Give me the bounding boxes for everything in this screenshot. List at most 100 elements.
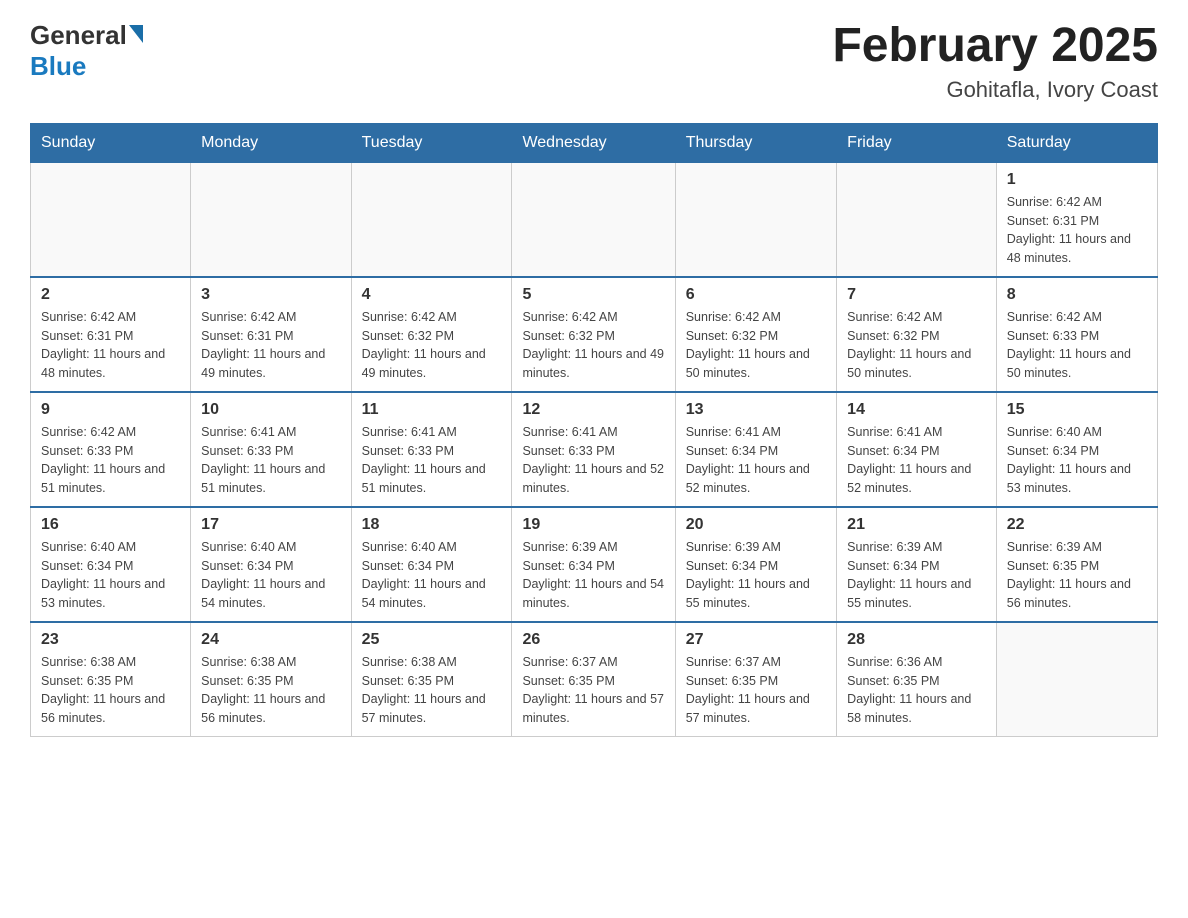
weekday-header-tuesday: Tuesday — [351, 123, 512, 162]
calendar-cell: 23 Sunrise: 6:38 AMSunset: 6:35 PMDayligh… — [31, 622, 191, 737]
weekday-header-saturday: Saturday — [996, 123, 1157, 162]
day-number: 28 — [847, 631, 986, 649]
calendar-week-row: 9 Sunrise: 6:42 AMSunset: 6:33 PMDaylight… — [31, 392, 1158, 507]
calendar-cell: 24 Sunrise: 6:38 AMSunset: 6:35 PMDayligh… — [191, 622, 351, 737]
day-info: Sunrise: 6:39 AMSunset: 6:34 PMDaylight:… — [686, 538, 826, 613]
weekday-header-row: SundayMondayTuesdayWednesdayThursdayFrid… — [31, 123, 1158, 162]
day-info: Sunrise: 6:42 AMSunset: 6:33 PMDaylight:… — [41, 423, 180, 498]
day-number: 22 — [1007, 516, 1147, 534]
calendar-week-row: 1 Sunrise: 6:42 AMSunset: 6:31 PMDaylight… — [31, 162, 1158, 277]
day-number: 12 — [522, 401, 664, 419]
day-number: 11 — [362, 401, 502, 419]
calendar-cell — [837, 162, 997, 277]
day-number: 21 — [847, 516, 986, 534]
day-info: Sunrise: 6:38 AMSunset: 6:35 PMDaylight:… — [41, 653, 180, 728]
day-number: 4 — [362, 286, 502, 304]
day-number: 10 — [201, 401, 340, 419]
calendar-cell: 21 Sunrise: 6:39 AMSunset: 6:34 PMDayligh… — [837, 507, 997, 622]
calendar-cell — [31, 162, 191, 277]
weekday-header-thursday: Thursday — [675, 123, 836, 162]
day-info: Sunrise: 6:39 AMSunset: 6:34 PMDaylight:… — [522, 538, 664, 613]
day-number: 7 — [847, 286, 986, 304]
calendar-cell — [191, 162, 351, 277]
calendar-cell: 2 Sunrise: 6:42 AMSunset: 6:31 PMDaylight… — [31, 277, 191, 392]
day-number: 6 — [686, 286, 826, 304]
calendar-cell: 27Sunrise: 6:37 AMSunset: 6:35 PMDayligh… — [675, 622, 836, 737]
calendar-cell: 3 Sunrise: 6:42 AMSunset: 6:31 PMDaylight… — [191, 277, 351, 392]
day-info: Sunrise: 6:42 AMSunset: 6:31 PMDaylight:… — [41, 308, 180, 383]
weekday-header-sunday: Sunday — [31, 123, 191, 162]
calendar-cell: 5Sunrise: 6:42 AMSunset: 6:32 PMDaylight… — [512, 277, 675, 392]
calendar-cell: 13Sunrise: 6:41 AMSunset: 6:34 PMDayligh… — [675, 392, 836, 507]
calendar-cell: 16 Sunrise: 6:40 AMSunset: 6:34 PMDayligh… — [31, 507, 191, 622]
day-info: Sunrise: 6:42 AMSunset: 6:32 PMDaylight:… — [686, 308, 826, 383]
day-number: 23 — [41, 631, 180, 649]
calendar-cell: 17 Sunrise: 6:40 AMSunset: 6:34 PMDayligh… — [191, 507, 351, 622]
calendar-week-row: 16 Sunrise: 6:40 AMSunset: 6:34 PMDayligh… — [31, 507, 1158, 622]
day-number: 8 — [1007, 286, 1147, 304]
title-section: February 2025 Gohitafla, Ivory Coast — [832, 20, 1158, 103]
logo-arrow-icon — [129, 25, 143, 43]
calendar-cell: 19 Sunrise: 6:39 AMSunset: 6:34 PMDayligh… — [512, 507, 675, 622]
calendar-cell: 1 Sunrise: 6:42 AMSunset: 6:31 PMDaylight… — [996, 162, 1157, 277]
day-info: Sunrise: 6:41 AMSunset: 6:34 PMDaylight:… — [847, 423, 986, 498]
calendar-week-row: 2 Sunrise: 6:42 AMSunset: 6:31 PMDaylight… — [31, 277, 1158, 392]
weekday-header-monday: Monday — [191, 123, 351, 162]
logo-blue-text: Blue — [30, 51, 86, 82]
day-number: 26 — [522, 631, 664, 649]
day-number: 15 — [1007, 401, 1147, 419]
day-info: Sunrise: 6:41 AMSunset: 6:33 PMDaylight:… — [522, 423, 664, 498]
day-info: Sunrise: 6:42 AMSunset: 6:33 PMDaylight:… — [1007, 308, 1147, 383]
location-title: Gohitafla, Ivory Coast — [832, 77, 1158, 103]
calendar-table: SundayMondayTuesdayWednesdayThursdayFrid… — [30, 123, 1158, 737]
day-number: 19 — [522, 516, 664, 534]
calendar-cell: 6 Sunrise: 6:42 AMSunset: 6:32 PMDaylight… — [675, 277, 836, 392]
calendar-cell: 12 Sunrise: 6:41 AMSunset: 6:33 PMDayligh… — [512, 392, 675, 507]
calendar-cell — [512, 162, 675, 277]
day-info: Sunrise: 6:36 AMSunset: 6:35 PMDaylight:… — [847, 653, 986, 728]
calendar-week-row: 23 Sunrise: 6:38 AMSunset: 6:35 PMDayligh… — [31, 622, 1158, 737]
day-info: Sunrise: 6:40 AMSunset: 6:34 PMDaylight:… — [201, 538, 340, 613]
day-number: 3 — [201, 286, 340, 304]
day-info: Sunrise: 6:41 AMSunset: 6:33 PMDaylight:… — [201, 423, 340, 498]
day-number: 16 — [41, 516, 180, 534]
calendar-cell: 8 Sunrise: 6:42 AMSunset: 6:33 PMDaylight… — [996, 277, 1157, 392]
day-info: Sunrise: 6:41 AMSunset: 6:34 PMDaylight:… — [686, 423, 826, 498]
page-header: General Blue February 2025 Gohitafla, Iv… — [30, 20, 1158, 103]
calendar-cell — [675, 162, 836, 277]
day-number: 1 — [1007, 171, 1147, 189]
day-number: 17 — [201, 516, 340, 534]
day-info: Sunrise: 6:42 AMSunset: 6:32 PMDaylight:… — [522, 308, 664, 383]
calendar-cell: 25 Sunrise: 6:38 AMSunset: 6:35 PMDayligh… — [351, 622, 512, 737]
day-number: 25 — [362, 631, 502, 649]
day-info: Sunrise: 6:38 AMSunset: 6:35 PMDaylight:… — [362, 653, 502, 728]
calendar-cell: 11Sunrise: 6:41 AMSunset: 6:33 PMDayligh… — [351, 392, 512, 507]
day-number: 9 — [41, 401, 180, 419]
day-info: Sunrise: 6:38 AMSunset: 6:35 PMDaylight:… — [201, 653, 340, 728]
month-title: February 2025 — [832, 20, 1158, 73]
day-info: Sunrise: 6:39 AMSunset: 6:35 PMDaylight:… — [1007, 538, 1147, 613]
day-number: 20 — [686, 516, 826, 534]
day-number: 2 — [41, 286, 180, 304]
calendar-cell: 7Sunrise: 6:42 AMSunset: 6:32 PMDaylight… — [837, 277, 997, 392]
calendar-cell: 10 Sunrise: 6:41 AMSunset: 6:33 PMDayligh… — [191, 392, 351, 507]
day-number: 14 — [847, 401, 986, 419]
day-info: Sunrise: 6:39 AMSunset: 6:34 PMDaylight:… — [847, 538, 986, 613]
logo-general-text: General — [30, 20, 127, 51]
weekday-header-friday: Friday — [837, 123, 997, 162]
calendar-cell: 18Sunrise: 6:40 AMSunset: 6:34 PMDayligh… — [351, 507, 512, 622]
weekday-header-wednesday: Wednesday — [512, 123, 675, 162]
day-info: Sunrise: 6:40 AMSunset: 6:34 PMDaylight:… — [362, 538, 502, 613]
calendar-cell — [351, 162, 512, 277]
day-info: Sunrise: 6:40 AMSunset: 6:34 PMDaylight:… — [41, 538, 180, 613]
day-info: Sunrise: 6:42 AMSunset: 6:31 PMDaylight:… — [1007, 193, 1147, 268]
day-info: Sunrise: 6:42 AMSunset: 6:32 PMDaylight:… — [362, 308, 502, 383]
calendar-cell: 28 Sunrise: 6:36 AMSunset: 6:35 PMDayligh… — [837, 622, 997, 737]
calendar-cell: 4 Sunrise: 6:42 AMSunset: 6:32 PMDaylight… — [351, 277, 512, 392]
calendar-cell: 20 Sunrise: 6:39 AMSunset: 6:34 PMDayligh… — [675, 507, 836, 622]
day-number: 24 — [201, 631, 340, 649]
calendar-cell: 22 Sunrise: 6:39 AMSunset: 6:35 PMDayligh… — [996, 507, 1157, 622]
logo: General Blue — [30, 20, 143, 82]
day-info: Sunrise: 6:42 AMSunset: 6:31 PMDaylight:… — [201, 308, 340, 383]
day-number: 27 — [686, 631, 826, 649]
